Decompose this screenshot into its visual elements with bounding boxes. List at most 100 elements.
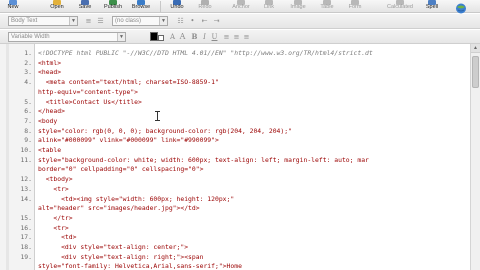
code-line[interactable]: 18. <div style="text-align: center;">: [0, 242, 462, 252]
width-select-value: Variable Width: [11, 34, 50, 40]
code-line[interactable]: http-equiv="content-type">: [0, 87, 462, 97]
width-select[interactable]: Variable Width ▼: [8, 32, 126, 42]
scroll-up-icon[interactable]: ▲: [471, 44, 480, 53]
code-text[interactable]: border="0" cellpadding="0" cellspacing="…: [38, 164, 203, 174]
code-text[interactable]: <td><img style="width: 600px; height: 12…: [38, 194, 234, 204]
code-line[interactable]: 14. <td><img style="width: 600px; height…: [0, 194, 462, 204]
code-text[interactable]: </head>: [38, 106, 65, 116]
code-text[interactable]: <head>: [38, 67, 61, 77]
main-toolbar: New Open Save Publish Browse Undo Redo A…: [0, 0, 480, 14]
code-line[interactable]: 5. <title>Contact Us</title>: [0, 97, 462, 107]
code-text[interactable]: <title>Contact Us</title>: [38, 97, 142, 107]
line-number: 8.: [24, 126, 32, 135]
save-button[interactable]: Save: [74, 0, 96, 13]
code-line[interactable]: 2. <html>: [0, 58, 462, 68]
code-line[interactable]: 11. style="background-color: white; width…: [0, 155, 462, 165]
highlight-color-swatch[interactable]: [158, 35, 164, 41]
code-line[interactable]: 12. <tbody>: [0, 174, 462, 184]
align-right-icon[interactable]: ≡: [242, 32, 251, 42]
new-button-label: New: [7, 4, 19, 10]
calculated-button[interactable]: Calculated: [384, 0, 416, 13]
text-cursor-icon: [154, 111, 161, 121]
new-button[interactable]: New: [2, 0, 24, 13]
code-text[interactable]: <div style="text-align: center;">: [38, 242, 188, 252]
outdent-icon[interactable]: ⇤: [200, 16, 209, 26]
text-color-swatch[interactable]: [150, 32, 158, 41]
open-button[interactable]: Open: [46, 0, 68, 13]
numbered-list-icon[interactable]: ☷: [176, 16, 185, 26]
indent-icon[interactable]: ≡: [84, 16, 93, 26]
redo-button[interactable]: Redo: [194, 0, 216, 13]
code-text[interactable]: alt="header" src="images/header.jpg"></t…: [38, 203, 200, 213]
undo-button[interactable]: Undo: [166, 0, 188, 13]
italic-icon[interactable]: I: [200, 32, 209, 42]
browse-button[interactable]: Browse: [128, 0, 154, 13]
underline-icon[interactable]: U: [210, 32, 219, 42]
redo-button-label: Redo: [198, 4, 212, 10]
code-line[interactable]: alt="header" src="images/header.jpg"></t…: [0, 203, 462, 213]
code-text[interactable]: <tr>: [38, 184, 68, 194]
code-line[interactable]: 9. alink="#000099" vlink="#000099" link="…: [0, 135, 462, 145]
code-line[interactable]: 7. <body: [0, 116, 462, 126]
code-text[interactable]: style="background-color: white; width: 6…: [38, 155, 369, 165]
line-number: 2.: [24, 58, 32, 67]
code-line[interactable]: 15. </tr>: [0, 213, 462, 223]
vertical-scrollbar[interactable]: ▲: [470, 44, 480, 270]
indent-more-icon[interactable]: ⇥: [212, 16, 221, 26]
code-text[interactable]: </tr>: [38, 213, 72, 223]
align-left-icon[interactable]: ≡: [222, 32, 231, 42]
chevron-down-icon: ▼: [117, 33, 125, 41]
code-line[interactable]: 13. <tr>: [0, 184, 462, 194]
spell-button[interactable]: Spell: [422, 0, 442, 13]
code-line[interactable]: 16. <tr>: [0, 223, 462, 233]
code-text[interactable]: <tbody>: [38, 174, 73, 184]
save-button-label: Save: [78, 4, 92, 10]
text-size-small-icon[interactable]: A: [168, 32, 177, 42]
bullet-list-icon[interactable]: •: [188, 16, 197, 26]
code-line[interactable]: 10. <table: [0, 145, 462, 155]
line-number: 5.: [24, 97, 32, 106]
code-line[interactable]: 6. </head>: [0, 106, 462, 116]
code-text[interactable]: http-equiv="content-type">: [38, 87, 138, 97]
format-toolbar: Body Text ▼ ≡ ☰ (no class) ▼ ☷ • ⇤ ⇥: [0, 14, 480, 29]
text-size-large-icon[interactable]: A: [178, 32, 187, 42]
form-button-label: Form: [348, 4, 362, 10]
code-text[interactable]: <meta content="text/html; charset=ISO-88…: [38, 77, 219, 87]
code-line[interactable]: 1. <!DOCTYPE html PUBLIC "-//W3C//DTD HTM…: [0, 48, 462, 58]
code-text[interactable]: <!DOCTYPE html PUBLIC "-//W3C//DTD HTML …: [38, 48, 373, 58]
app-logo: [446, 1, 476, 14]
code-line[interactable]: style="font-family: Helvetica,Arial,sans…: [0, 261, 462, 270]
code-line[interactable]: 3. <head>: [0, 67, 462, 77]
class-select[interactable]: (no class) ▼: [112, 16, 168, 26]
form-button[interactable]: Form: [344, 0, 366, 13]
bold-icon[interactable]: B: [190, 32, 199, 42]
line-number: 10.: [20, 146, 32, 154]
code-line[interactable]: 4. <meta content="text/html; charset=ISO…: [0, 77, 462, 87]
code-text[interactable]: <div style="text-align: right;"><span: [38, 252, 203, 262]
link-button[interactable]: Link: [258, 0, 280, 13]
code-text[interactable]: alink="#000099" vlink="#000099" link="#9…: [38, 135, 219, 145]
paragraph-style-select[interactable]: Body Text ▼: [8, 16, 78, 26]
code-text[interactable]: style="color: rgb(0, 0, 0); background-c…: [38, 126, 292, 136]
code-line[interactable]: 8. style="color: rgb(0, 0, 0); background…: [0, 126, 462, 136]
code-text[interactable]: <html>: [38, 58, 61, 68]
align-center-icon[interactable]: ≡: [232, 32, 241, 42]
line-number: 4.: [24, 78, 32, 87]
line-number: 15.: [20, 213, 32, 222]
code-text[interactable]: style="font-family: Helvetica,Arial,sans…: [38, 261, 242, 270]
code-text[interactable]: <body: [38, 116, 57, 126]
publish-button[interactable]: Publish: [100, 0, 126, 13]
html-source-editor[interactable]: 1. <!DOCTYPE html PUBLIC "-//W3C//DTD HTM…: [0, 44, 480, 270]
table-button[interactable]: Table: [316, 0, 338, 13]
code-line[interactable]: 19. <div style="text-align: right;"><spa…: [0, 252, 462, 262]
code-line[interactable]: 17. <td>: [0, 232, 462, 242]
anchor-button[interactable]: Anchor: [228, 0, 254, 13]
code-text[interactable]: <tr>: [38, 223, 68, 233]
code-line[interactable]: border="0" cellpadding="0" cellspacing="…: [0, 164, 462, 174]
code-text[interactable]: <table: [38, 145, 61, 155]
code-text[interactable]: <td>: [38, 232, 76, 242]
scrollbar-thumb[interactable]: [472, 56, 479, 88]
toolbar-separator: [160, 1, 161, 12]
list-icon[interactable]: ☰: [96, 16, 105, 26]
image-button[interactable]: Image: [286, 0, 310, 13]
